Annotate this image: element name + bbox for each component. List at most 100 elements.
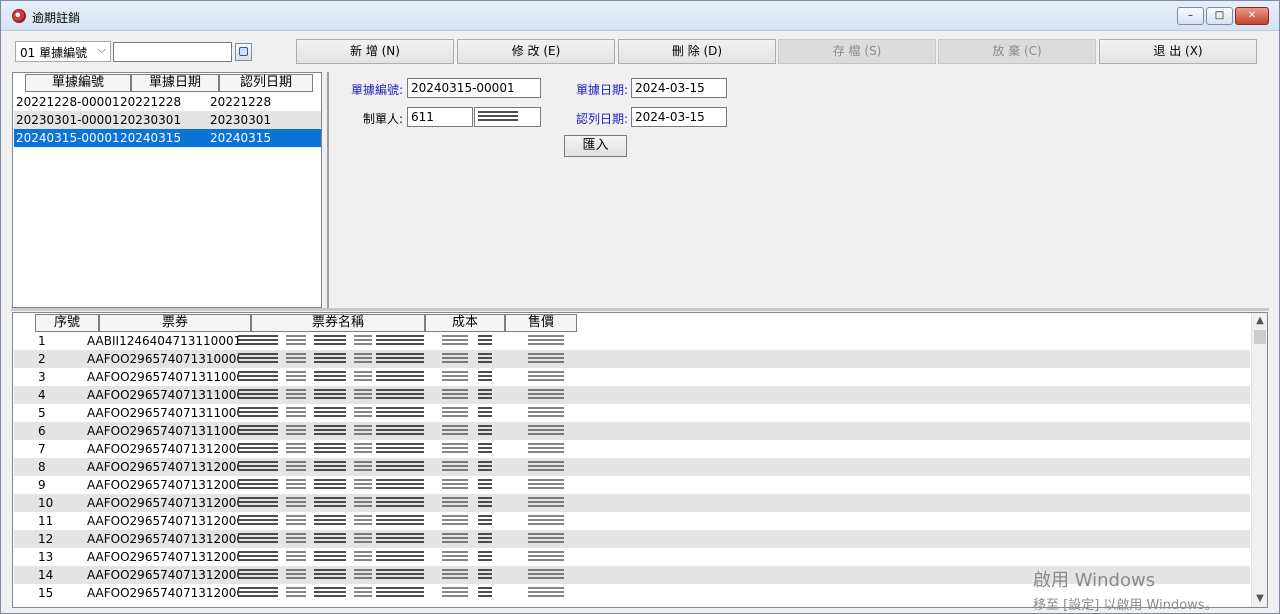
redacted-text bbox=[238, 371, 278, 383]
redacted-text bbox=[314, 335, 346, 347]
table-row[interactable]: 6 AAFOO29657407131100027 bbox=[14, 422, 1250, 440]
cell-recog-date: 20221228 bbox=[210, 95, 272, 109]
redacted-text bbox=[238, 353, 278, 365]
list-item-selected[interactable]: 20240315-00001 20240315 20240315 bbox=[14, 129, 321, 147]
search-field-combo-value: 01 單據編號 bbox=[20, 46, 88, 60]
table-row[interactable]: 8 AAFOO29657407131200015 bbox=[14, 458, 1250, 476]
redacted-text bbox=[314, 569, 346, 581]
redacted-text bbox=[478, 335, 492, 347]
column-header-cost[interactable]: 成本 bbox=[425, 314, 505, 332]
list-item[interactable]: 20230301-00001 20230301 20230301 bbox=[14, 111, 321, 129]
redacted-text bbox=[478, 533, 492, 545]
table-row[interactable]: 4 AAFOO29657407131100027 bbox=[14, 386, 1250, 404]
ticket-grid[interactable]: 序號 票券 票券名稱 成本 售價 1 AABII12464047131100010… bbox=[12, 312, 1268, 608]
add-button[interactable]: 新 增 (N) bbox=[296, 39, 454, 64]
redacted-text bbox=[314, 479, 346, 491]
redacted-text bbox=[528, 353, 564, 365]
redacted-text bbox=[442, 371, 468, 383]
maximize-button[interactable]: □ bbox=[1206, 7, 1233, 25]
save-button[interactable]: 存 檔 (S) bbox=[778, 39, 936, 64]
redacted-text bbox=[478, 569, 492, 581]
recog-date-field[interactable] bbox=[631, 107, 727, 127]
cell-seq: 9 bbox=[38, 478, 46, 492]
redacted-text bbox=[238, 497, 278, 509]
redacted-text bbox=[478, 371, 492, 383]
chevron-down-icon: ⌵ bbox=[97, 43, 106, 56]
scroll-thumb[interactable] bbox=[1254, 330, 1266, 344]
table-row[interactable]: 2 AAFOO29657407131000001 bbox=[14, 350, 1250, 368]
creator-label: 制單人: bbox=[363, 112, 404, 126]
redacted-text bbox=[314, 443, 346, 455]
redacted-text bbox=[314, 461, 346, 473]
cell-doc-date: 20240315 bbox=[120, 131, 182, 145]
column-header-doc-date[interactable]: 單據日期 bbox=[131, 74, 219, 92]
column-header-doc-no[interactable]: 單據編號 bbox=[25, 74, 131, 92]
column-header-recog-date[interactable]: 認列日期 bbox=[219, 74, 313, 92]
redacted-text bbox=[354, 389, 372, 401]
redacted-text bbox=[478, 497, 492, 509]
column-header-ticket[interactable]: 票券 bbox=[99, 314, 251, 332]
list-item[interactable]: 20221228-00001 20221228 20221228 bbox=[14, 93, 321, 111]
creator-name-field[interactable] bbox=[474, 107, 541, 127]
table-row[interactable]: 5 AAFOO29657407131100027 bbox=[14, 404, 1250, 422]
redacted-text bbox=[314, 587, 346, 599]
redacted-text bbox=[528, 389, 564, 401]
cell-ticket: AAFOO29657407131200019 bbox=[87, 568, 239, 582]
table-row[interactable]: 1 AABII124640471311000106 bbox=[14, 332, 1250, 350]
column-header-seq[interactable]: 序號 bbox=[35, 314, 99, 332]
redacted-text bbox=[376, 479, 424, 491]
table-row[interactable]: 11 AAFOO29657407131200018 bbox=[14, 512, 1250, 530]
table-row[interactable]: 13 AAFOO29657407131200018 bbox=[14, 548, 1250, 566]
edit-button[interactable]: 修 改 (E) bbox=[457, 39, 615, 64]
redacted-text bbox=[314, 515, 346, 527]
document-list[interactable]: 單據編號 單據日期 認列日期 20221228-00001 20221228 2… bbox=[12, 72, 322, 308]
table-row[interactable]: 9 AAFOO29657407131200015 bbox=[14, 476, 1250, 494]
redacted-text bbox=[286, 407, 306, 419]
search-input[interactable] bbox=[113, 42, 232, 62]
cell-seq: 1 bbox=[38, 334, 46, 348]
creator-id-field[interactable] bbox=[407, 107, 473, 127]
redacted-text bbox=[478, 389, 492, 401]
exit-button[interactable]: 退 出 (X) bbox=[1099, 39, 1257, 64]
redacted-text bbox=[478, 425, 492, 437]
doc-date-field[interactable] bbox=[631, 78, 727, 98]
table-row[interactable]: 10 AAFOO29657407131200018 bbox=[14, 494, 1250, 512]
redacted-text bbox=[286, 569, 306, 581]
delete-button[interactable]: 刪 除 (D) bbox=[618, 39, 776, 64]
redacted-text bbox=[286, 497, 306, 509]
import-button[interactable]: 匯入 bbox=[564, 135, 627, 157]
cancel-button[interactable]: 放 棄 (C) bbox=[938, 39, 1096, 64]
cell-doc-date: 20221228 bbox=[120, 95, 182, 109]
cell-seq: 10 bbox=[38, 496, 54, 510]
scroll-down-icon[interactable]: ▼ bbox=[1252, 591, 1267, 607]
table-row[interactable]: 12 AAFOO29657407131200018 bbox=[14, 530, 1250, 548]
search-field-combo[interactable]: 01 單據編號 ⌵ bbox=[15, 41, 111, 62]
redacted-text bbox=[376, 425, 424, 437]
redacted-text bbox=[354, 569, 372, 581]
redacted-text bbox=[442, 497, 468, 509]
redacted-text bbox=[314, 425, 346, 437]
redacted-text bbox=[376, 371, 424, 383]
cell-doc-no: 20230301-00001 bbox=[16, 113, 120, 127]
splitter[interactable] bbox=[11, 308, 1269, 311]
search-button[interactable] bbox=[235, 43, 252, 61]
redacted-text bbox=[442, 587, 468, 599]
column-header-price[interactable]: 售價 bbox=[505, 314, 577, 332]
close-button[interactable]: ✕ bbox=[1235, 7, 1269, 25]
redacted-text bbox=[376, 587, 424, 599]
cell-ticket: AAFOO29657407131200015 bbox=[87, 478, 239, 492]
redacted-text bbox=[314, 353, 346, 365]
vertical-scrollbar[interactable]: ▲ ▼ bbox=[1251, 313, 1267, 607]
doc-no-field[interactable] bbox=[407, 78, 541, 98]
redacted-text bbox=[286, 461, 306, 473]
scroll-up-icon[interactable]: ▲ bbox=[1252, 313, 1267, 329]
redacted-text bbox=[354, 335, 372, 347]
redacted-text bbox=[354, 371, 372, 383]
table-row[interactable]: 3 AAFOO29657407131100026 bbox=[14, 368, 1250, 386]
redacted-text bbox=[528, 569, 564, 581]
doc-no-label: 單據編號: bbox=[351, 83, 404, 97]
table-row[interactable]: 7 AAFOO29657407131200014 bbox=[14, 440, 1250, 458]
redacted-text bbox=[354, 479, 372, 491]
minimize-button[interactable]: – bbox=[1177, 7, 1204, 25]
column-header-ticket-name[interactable]: 票券名稱 bbox=[251, 314, 425, 332]
